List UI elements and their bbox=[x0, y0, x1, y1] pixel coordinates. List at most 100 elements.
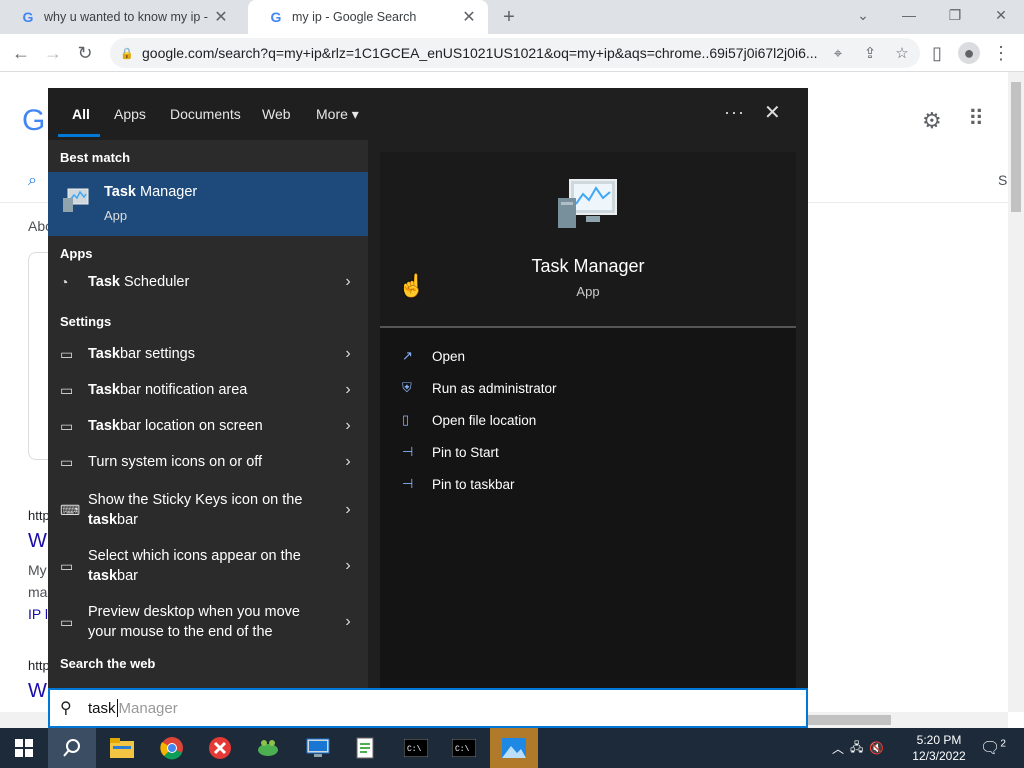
result-label: Taskbar notification area bbox=[88, 382, 248, 398]
system-tray: ︿ 🖧 🔇 bbox=[832, 728, 884, 768]
system-clock[interactable]: 5:20 PM 12/3/2022 bbox=[904, 732, 974, 764]
notification-count: 2 bbox=[1000, 738, 1006, 750]
monitor-icon: ▭ bbox=[60, 345, 74, 362]
text-caret bbox=[116, 699, 118, 717]
search-web-heading: Search the web bbox=[60, 656, 156, 671]
result-title[interactable]: W bbox=[28, 530, 47, 553]
profile-avatar-icon[interactable]: ● bbox=[958, 42, 980, 64]
result-select-icons[interactable]: ▭ Select which icons appear on the taskba… bbox=[48, 538, 368, 594]
google-g-icon: G bbox=[22, 9, 34, 25]
best-match-task-manager[interactable]: Task Manager App bbox=[48, 172, 368, 236]
volume-muted-icon[interactable]: 🔇 bbox=[869, 741, 884, 755]
result-task-scheduler[interactable]: ◔ Task Scheduler › bbox=[48, 264, 368, 300]
result-preview-desktop[interactable]: ▭ Preview desktop when you move your mous… bbox=[48, 594, 368, 650]
photos-icon[interactable] bbox=[490, 728, 538, 768]
notepad-app-icon[interactable] bbox=[342, 728, 390, 768]
action-open-file-location[interactable]: ▯ Open file location bbox=[402, 412, 536, 428]
result-cite: http bbox=[28, 658, 50, 673]
result-taskbar-location[interactable]: ▭ Taskbar location on screen › bbox=[48, 408, 368, 444]
result-taskbar-notification-area[interactable]: ▭ Taskbar notification area › bbox=[48, 372, 368, 408]
result-taskbar-settings[interactable]: ▭ Taskbar settings › bbox=[48, 336, 368, 372]
frog-app-icon[interactable] bbox=[244, 728, 292, 768]
more-options-icon[interactable]: ··· bbox=[724, 102, 745, 123]
result-sublink[interactable]: IP l bbox=[28, 606, 48, 622]
search-tab-icon[interactable]: ⌕ bbox=[28, 172, 37, 190]
keyboard-icon: ⌨ bbox=[60, 501, 81, 518]
filter-web[interactable]: Web bbox=[262, 106, 291, 122]
filter-documents[interactable]: Documents bbox=[170, 106, 241, 122]
url-text: google.com/search?q=my+ip&rlz=1C1GCEA_en… bbox=[142, 45, 818, 61]
action-run-as-admin[interactable]: ⛨ Run as administrator bbox=[402, 380, 557, 396]
filter-apps[interactable]: Apps bbox=[114, 106, 146, 122]
tab-my-ip[interactable]: G my ip - Google Search ✕ bbox=[248, 0, 488, 34]
chevron-right-icon[interactable]: › bbox=[328, 613, 368, 631]
result-system-icons[interactable]: ▭ Turn system icons on or off › bbox=[48, 444, 368, 480]
share-icon[interactable]: ⇪ bbox=[854, 44, 886, 62]
monitor-icon: ▭ bbox=[60, 417, 74, 434]
reload-icon[interactable]: ↻ bbox=[74, 42, 96, 64]
chevron-right-icon[interactable]: › bbox=[328, 557, 368, 575]
forward-icon[interactable]: → bbox=[42, 42, 64, 64]
taskbar: C:\ C:\ ︿ 🖧 🔇 5:20 PM 12/3/2022 🗨2 bbox=[0, 728, 1024, 768]
preview-pane: Task Manager App ↗ Open ⛨ Run as administr… bbox=[380, 152, 796, 688]
search-filters: All Apps Documents Web More ▾ ··· ✕ bbox=[48, 88, 808, 140]
chevron-right-icon[interactable]: › bbox=[328, 453, 368, 471]
close-tab-icon[interactable]: ✕ bbox=[212, 7, 230, 27]
restore-icon[interactable]: ❐ bbox=[940, 4, 970, 26]
preview-title: Task Manager bbox=[531, 256, 645, 276]
filter-all[interactable]: All bbox=[72, 106, 90, 122]
search-icon[interactable] bbox=[48, 728, 96, 768]
back-icon[interactable]: ← bbox=[10, 42, 32, 64]
chevron-right-icon[interactable]: › bbox=[328, 381, 368, 399]
bookmark-star-icon[interactable]: ☆ bbox=[886, 44, 918, 62]
tab-search-icon[interactable]: ⌄ bbox=[848, 4, 878, 26]
google-g-icon: G bbox=[270, 9, 282, 25]
result-title[interactable]: W bbox=[28, 680, 47, 703]
new-tab-button[interactable]: + bbox=[498, 6, 520, 28]
action-pin-to-start[interactable]: ⊣ Pin to Start bbox=[402, 444, 499, 460]
monitor-icon: ▭ bbox=[60, 557, 74, 574]
minimize-icon[interactable]: — bbox=[894, 4, 924, 26]
action-label: Run as administrator bbox=[432, 380, 557, 396]
result-sticky-keys[interactable]: ⌨ Show the Sticky Keys icon on the taskba… bbox=[48, 482, 368, 538]
start-search-panel: All Apps Documents Web More ▾ ··· ✕ Best… bbox=[48, 88, 808, 688]
scrollbar-thumb[interactable] bbox=[1011, 82, 1021, 212]
lock-icon[interactable]: 🔒 bbox=[120, 47, 136, 60]
tab-fragment[interactable]: S bbox=[998, 172, 1007, 188]
action-pin-to-taskbar[interactable]: ⊣ Pin to taskbar bbox=[402, 476, 515, 492]
google-logo[interactable]: G bbox=[22, 104, 45, 138]
horizontal-scrollbar-thumb[interactable] bbox=[806, 715, 891, 725]
network-icon[interactable]: 🖧 bbox=[850, 738, 863, 759]
google-apps-icon[interactable]: ⠿ bbox=[968, 106, 984, 132]
address-bar[interactable]: 🔒 google.com/search?q=my+ip&rlz=1C1GCEA_… bbox=[110, 38, 920, 68]
pin-icon: ⊣ bbox=[402, 444, 414, 459]
chevron-right-icon[interactable]: › bbox=[328, 273, 368, 291]
start-icon[interactable] bbox=[0, 728, 48, 768]
settings-heading: Settings bbox=[60, 314, 112, 329]
chevron-right-icon[interactable]: › bbox=[328, 417, 368, 435]
close-tab-icon[interactable]: ✕ bbox=[460, 7, 478, 27]
clock-date: 12/3/2022 bbox=[912, 749, 966, 763]
notification-center-icon[interactable]: 🗨2 bbox=[980, 738, 1006, 758]
close-window-icon[interactable]: ✕ bbox=[986, 4, 1016, 26]
chevron-right-icon[interactable]: › bbox=[328, 345, 368, 363]
x-app-icon[interactable] bbox=[196, 728, 244, 768]
taskbar-search-input[interactable]: ⚲ task Manager bbox=[48, 688, 808, 728]
chevron-up-icon[interactable]: ︿ bbox=[832, 740, 844, 757]
settings-gear-icon[interactable]: ⚙ bbox=[922, 108, 942, 134]
tab-why-ip[interactable]: G why u wanted to know my ip - G ✕ bbox=[0, 0, 240, 34]
location-icon[interactable]: ⌖ bbox=[822, 45, 854, 62]
chevron-right-icon[interactable]: › bbox=[328, 501, 368, 519]
chrome-icon[interactable] bbox=[148, 728, 196, 768]
terminal-icon[interactable]: C:\ bbox=[440, 728, 488, 768]
action-open[interactable]: ↗ Open bbox=[402, 348, 465, 364]
side-panel-icon[interactable]: ▯ bbox=[926, 42, 948, 64]
close-icon[interactable]: ✕ bbox=[764, 100, 781, 125]
svg-text:C:\: C:\ bbox=[407, 745, 422, 754]
filter-more[interactable]: More ▾ bbox=[316, 106, 359, 123]
network-app-icon[interactable] bbox=[294, 728, 342, 768]
best-match-heading: Best match bbox=[60, 150, 131, 165]
file-explorer-icon[interactable] bbox=[98, 728, 146, 768]
terminal-icon[interactable]: C:\ bbox=[392, 728, 440, 768]
menu-kebab-icon[interactable]: ⋮ bbox=[990, 42, 1012, 64]
